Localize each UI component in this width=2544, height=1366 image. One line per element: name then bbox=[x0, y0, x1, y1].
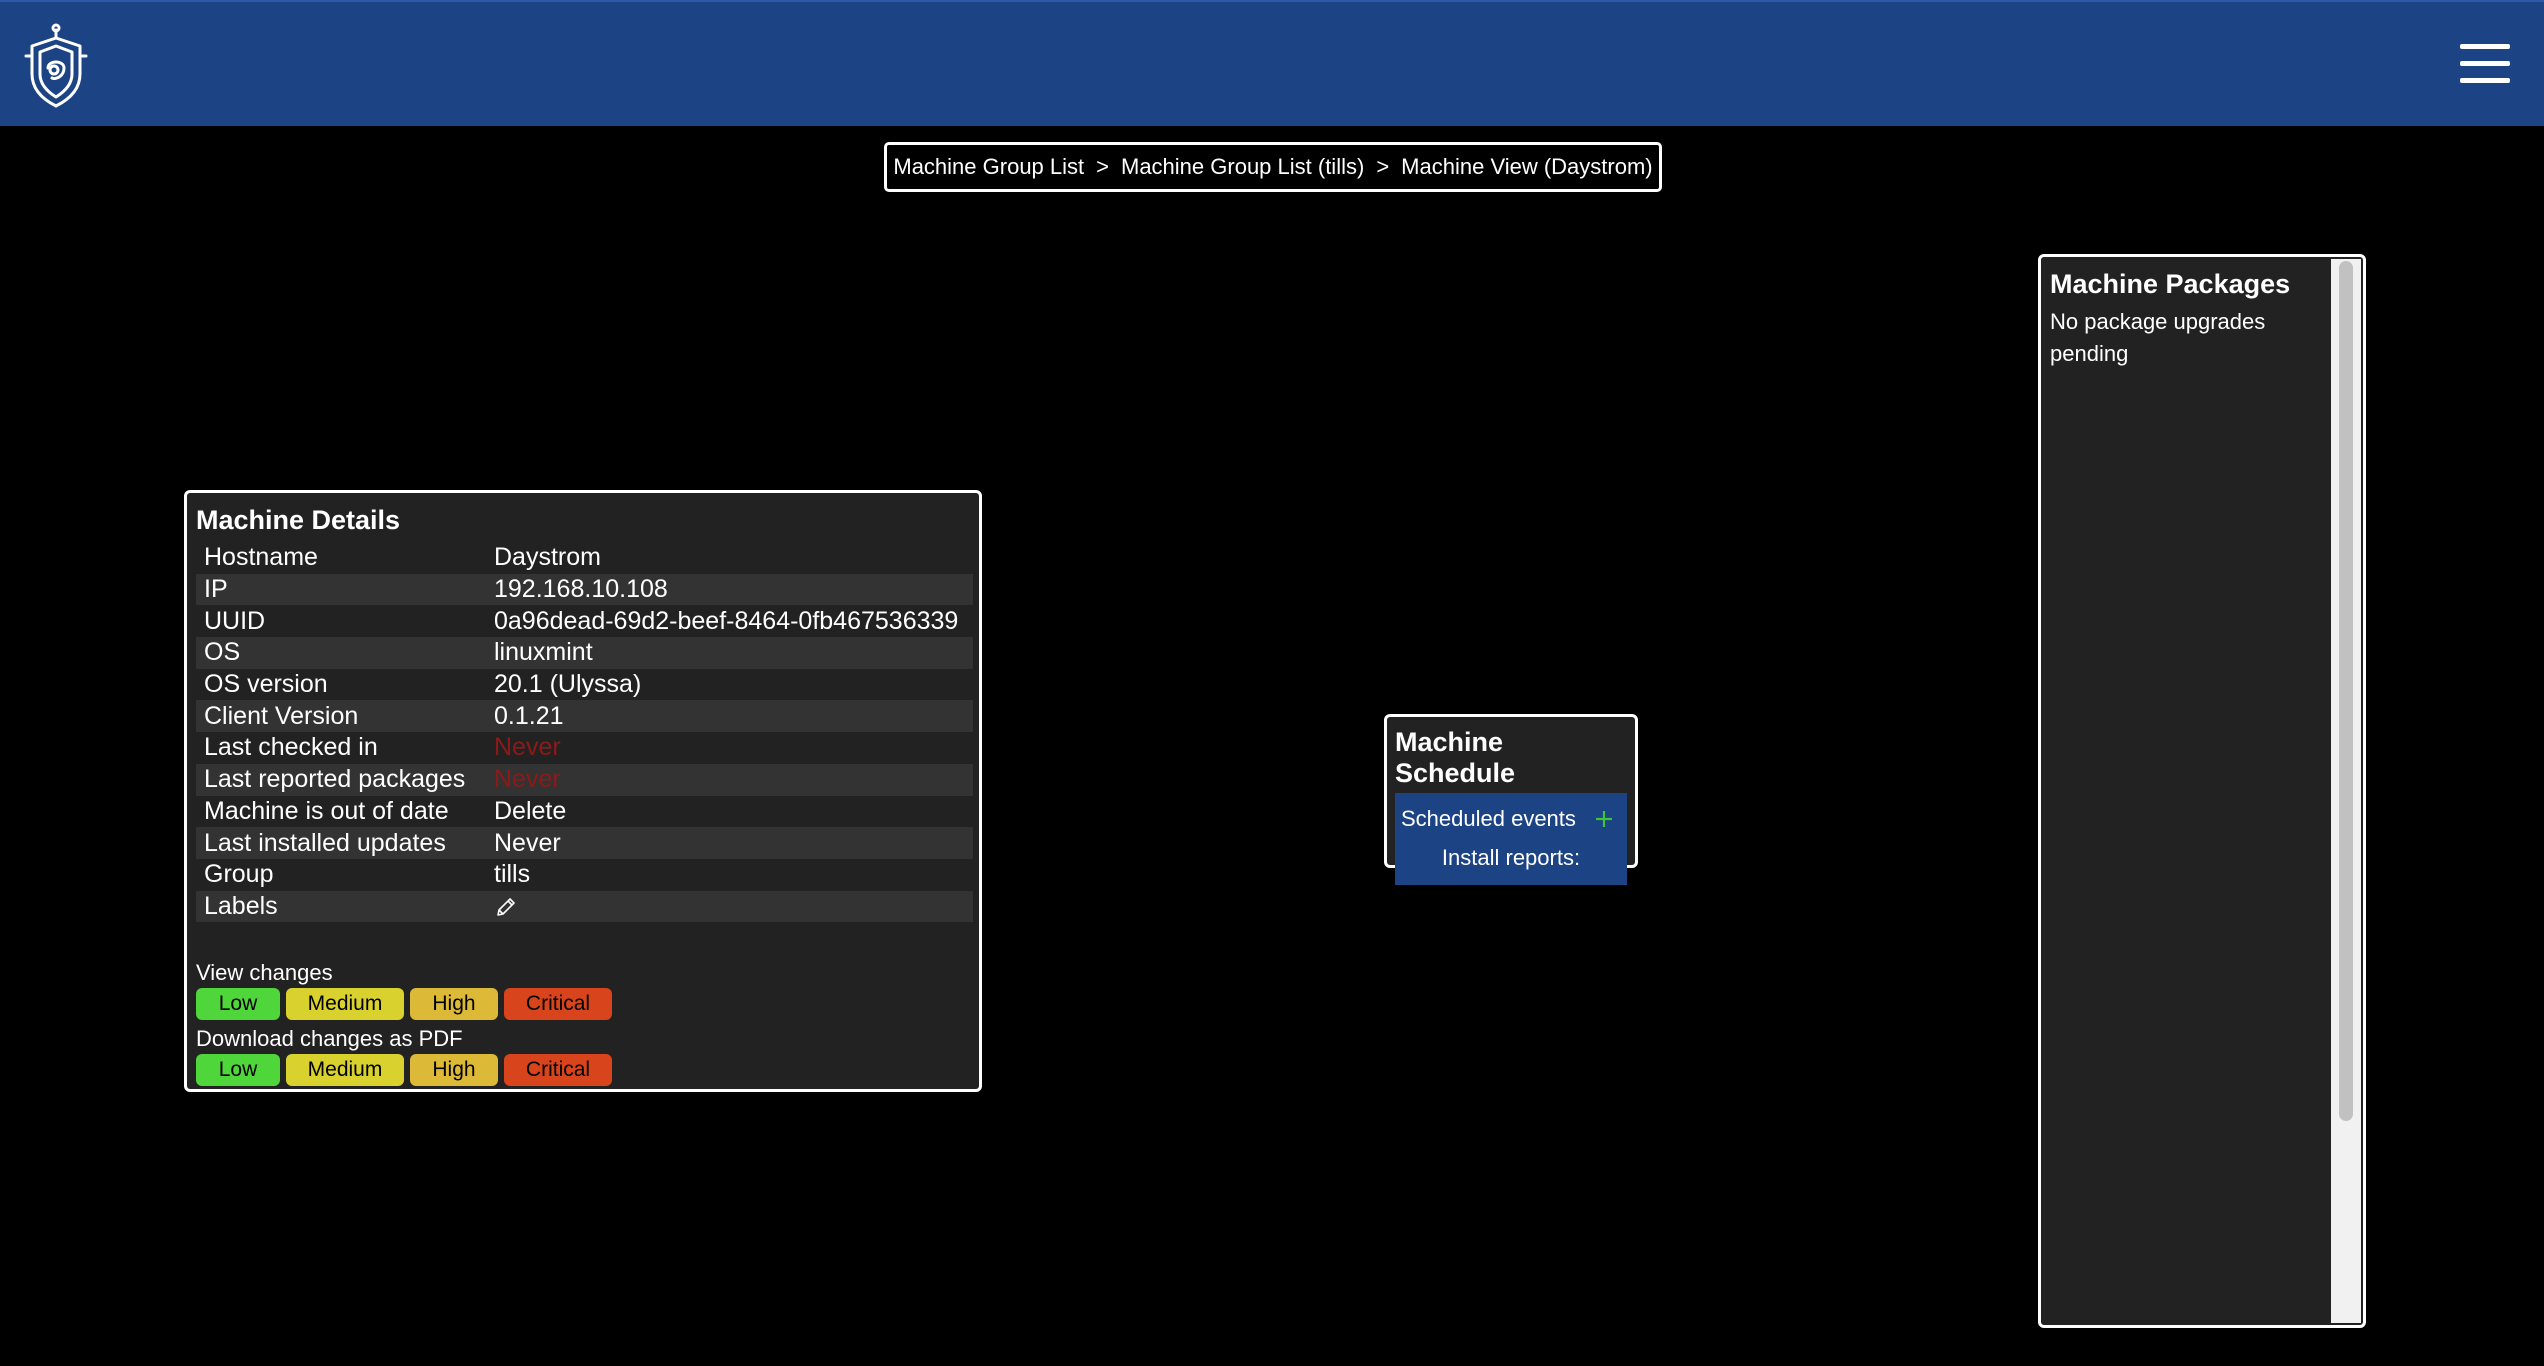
machine-schedule-title: Machine Schedule bbox=[1395, 727, 1516, 788]
detail-value: Never bbox=[494, 733, 561, 762]
detail-row-labels: Labels bbox=[196, 890, 973, 923]
view-critical-button[interactable]: Critical bbox=[504, 988, 612, 1021]
view-high-button[interactable]: High bbox=[410, 988, 498, 1021]
detail-value: linuxmint bbox=[486, 637, 973, 669]
machine-details-title: Machine Details bbox=[196, 505, 401, 535]
view-changes-label: View changes bbox=[196, 960, 333, 986]
machine-schedule-panel: Machine Schedule Scheduled events Instal… bbox=[1384, 714, 1638, 885]
scheduled-events-row: Scheduled events bbox=[1395, 801, 1627, 837]
view-low-button[interactable]: Low bbox=[196, 988, 280, 1021]
breadcrumb-machine-group-list[interactable]: Machine Group List bbox=[893, 154, 1084, 180]
packages-scrollbar[interactable] bbox=[2331, 259, 2361, 1323]
detail-key: OS version bbox=[204, 670, 328, 699]
detail-row-os-version: OS version 20.1 (Ulyssa) bbox=[196, 669, 973, 701]
detail-row-last-reported-packages: Last reported packages Never bbox=[196, 763, 973, 796]
detail-key: Labels bbox=[196, 890, 486, 923]
install-reports-label: Install reports: bbox=[1441, 845, 1581, 870]
breadcrumb-separator: > bbox=[1096, 154, 1109, 179]
schedule-box: Scheduled events Install reports: bbox=[1395, 793, 1627, 885]
detail-key: Hostname bbox=[204, 543, 318, 572]
breadcrumb-machine-view[interactable]: Machine View (Daystrom) bbox=[1401, 154, 1652, 180]
detail-key: UUID bbox=[204, 606, 266, 635]
machine-packages-title: Machine Packages bbox=[2050, 269, 2291, 299]
detail-key: Machine is out of date bbox=[204, 796, 449, 825]
packages-status-message: No package upgrades pending bbox=[2050, 309, 2266, 366]
view-medium-button[interactable]: Medium bbox=[286, 988, 404, 1021]
machine-details-table: Hostname Daystrom IP 192.168.10.108 UUID… bbox=[196, 542, 973, 923]
detail-row-os: OS linuxmint bbox=[196, 637, 973, 669]
detail-value: 0.1.21 bbox=[486, 700, 973, 733]
detail-row-last-installed-updates: Last installed updates Never bbox=[196, 827, 973, 859]
detail-key: Last installed updates bbox=[196, 827, 486, 859]
hamburger-menu-icon[interactable] bbox=[2460, 44, 2510, 86]
detail-key: OS bbox=[196, 637, 486, 669]
download-changes-buttons: Low Medium High Critical bbox=[196, 1054, 970, 1087]
breadcrumb-separator: > bbox=[1376, 154, 1390, 179]
machine-packages-panel: Machine Packages No package upgrades pen… bbox=[2038, 254, 2366, 1328]
labels-edit-cell bbox=[486, 890, 973, 923]
detail-key: Last checked in bbox=[204, 733, 378, 762]
detail-value: tills bbox=[494, 860, 531, 889]
download-critical-button[interactable]: Critical bbox=[504, 1054, 612, 1087]
detail-value: 192.168.10.108 bbox=[486, 573, 973, 606]
plus-icon[interactable] bbox=[1594, 809, 1614, 829]
detail-value: Never bbox=[486, 763, 973, 796]
detail-row-last-checked-in: Last checked in Never bbox=[196, 732, 973, 764]
detail-row-uuid: UUID 0a96dead-69d2-beef-8464-0fb46753633… bbox=[196, 605, 973, 637]
detail-row-group: Group tills bbox=[196, 859, 973, 891]
detail-value: Never bbox=[486, 827, 973, 859]
breadcrumb: Machine Group List > Machine Group List … bbox=[884, 142, 1662, 192]
detail-key: Last reported packages bbox=[196, 763, 486, 796]
detail-key: Group bbox=[204, 860, 274, 889]
detail-value: Daystrom bbox=[494, 543, 601, 572]
detail-key: IP bbox=[196, 573, 486, 606]
scheduled-events-label: Scheduled events bbox=[1401, 806, 1576, 831]
detail-value: 20.1 (Ulyssa) bbox=[494, 670, 642, 699]
download-changes-label: Download changes as PDF bbox=[196, 1026, 463, 1052]
detail-row-client-version: Client Version 0.1.21 bbox=[196, 700, 973, 733]
download-medium-button[interactable]: Medium bbox=[286, 1054, 404, 1087]
machine-details-panel: Machine Details Hostname Daystrom IP 192… bbox=[184, 490, 982, 1092]
detail-row-out-of-date: Machine is out of date Delete bbox=[196, 796, 973, 828]
detail-value: 0a96dead-69d2-beef-8464-0fb467536339 bbox=[494, 606, 959, 635]
view-changes-buttons: Low Medium High Critical bbox=[196, 988, 970, 1021]
pencil-icon[interactable] bbox=[494, 895, 518, 919]
download-high-button[interactable]: High bbox=[410, 1054, 498, 1087]
breadcrumb-machine-group-tills[interactable]: Machine Group List (tills) bbox=[1121, 154, 1364, 180]
detail-row-hostname: Hostname Daystrom bbox=[196, 542, 973, 574]
scrollbar-thumb[interactable] bbox=[2339, 261, 2353, 1121]
detail-row-ip: IP 192.168.10.108 bbox=[196, 573, 973, 606]
top-navigation-bar bbox=[0, 0, 2544, 126]
detail-key: Client Version bbox=[196, 700, 486, 733]
shield-logo-icon[interactable] bbox=[22, 22, 90, 110]
delete-action[interactable]: Delete bbox=[486, 796, 973, 828]
download-low-button[interactable]: Low bbox=[196, 1054, 280, 1087]
